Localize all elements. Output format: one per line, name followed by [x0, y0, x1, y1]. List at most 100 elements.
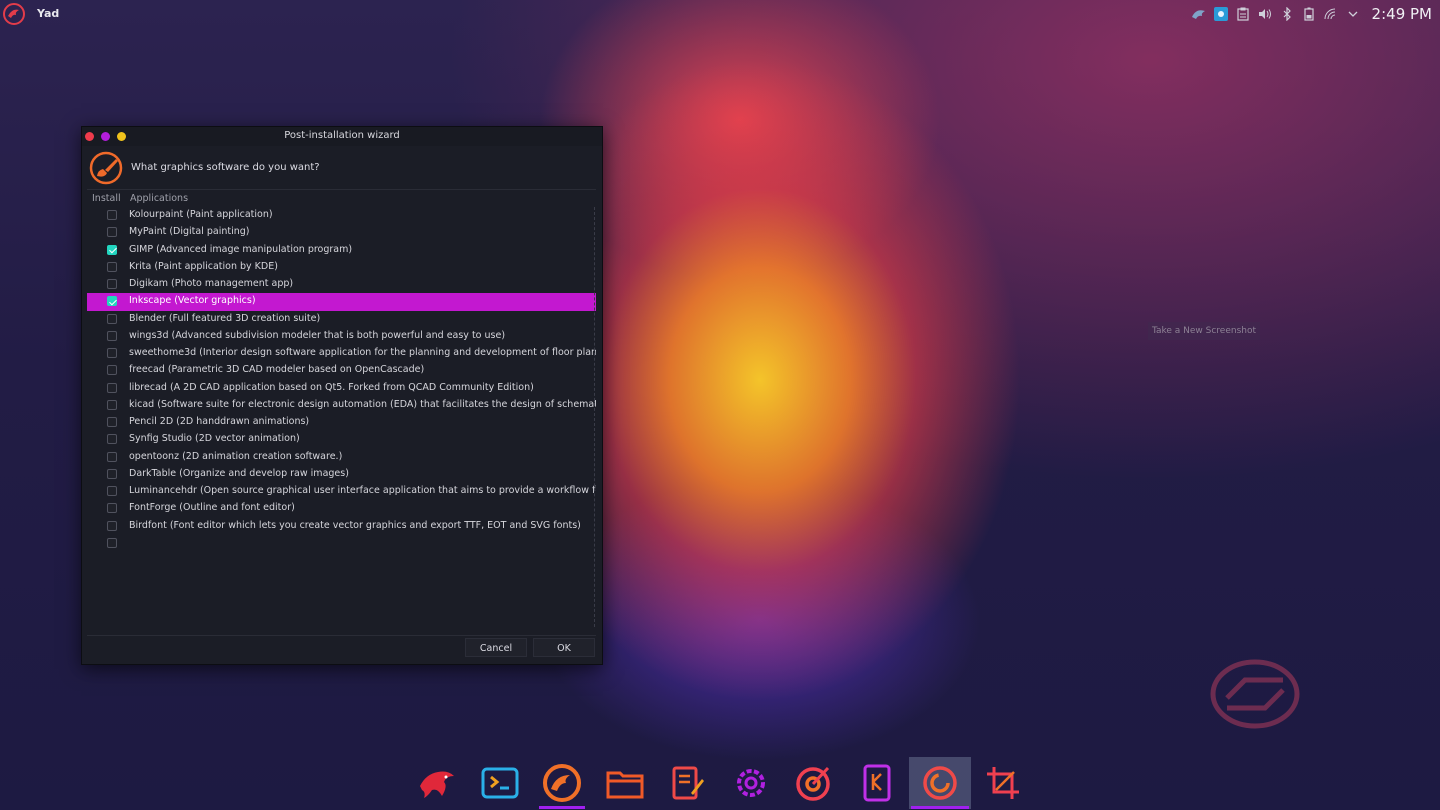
list-row[interactable]: opentoonz (2D animation creation softwar…	[87, 449, 596, 466]
dragon-app-icon[interactable]	[412, 757, 462, 809]
active-app-name: Yad	[37, 7, 60, 20]
application-label: MyPaint (Digital painting)	[129, 226, 250, 238]
application-label: Pencil 2D (2D handdrawn animations)	[129, 416, 310, 427]
ok-button[interactable]: OK	[533, 638, 595, 657]
application-label: GIMP (Advanced image manipulation progra…	[129, 243, 353, 255]
application-label: opentoonz (2D animation creation softwar…	[129, 450, 343, 462]
install-checkbox[interactable]	[107, 210, 117, 220]
install-checkbox[interactable]	[107, 330, 117, 341]
dialog-titlebar[interactable]: Post-installation wizard	[82, 127, 602, 146]
text-editor-icon[interactable]	[663, 757, 713, 809]
list-row[interactable]: kicad (Software suite for electronic des…	[87, 397, 596, 414]
list-header: Install Applications	[87, 190, 596, 207]
chevron-down-icon[interactable]	[1342, 3, 1364, 25]
kde-connect-icon[interactable]	[852, 757, 902, 809]
application-label: Birdfont (Font editor which lets you cre…	[129, 519, 581, 531]
battery-icon[interactable]	[1298, 3, 1320, 25]
list-row[interactable]: Inkscape (Vector graphics)	[87, 293, 596, 311]
application-label: sweethome3d (Interior design software ap…	[129, 347, 596, 358]
application-label: DarkTable (Organize and develop raw imag…	[129, 467, 349, 479]
application-label: Luminancehdr (Open source graphical user…	[129, 485, 596, 496]
install-checkbox[interactable]	[107, 279, 117, 289]
application-label: Blender (Full featured 3D creation suite…	[129, 312, 321, 324]
install-checkbox[interactable]	[107, 382, 117, 393]
list-row[interactable]: Kolourpaint (Paint application)	[87, 207, 596, 224]
install-checkbox[interactable]	[107, 417, 117, 427]
desktop-watermark-logo	[1210, 659, 1300, 729]
install-checkbox[interactable]	[107, 399, 117, 410]
clipboard-icon[interactable]	[1232, 3, 1254, 25]
install-checkbox[interactable]	[107, 244, 117, 255]
install-checkbox[interactable]	[107, 503, 117, 514]
list-row[interactable]	[87, 535, 596, 552]
running-indicator	[539, 806, 585, 809]
running-indicator	[911, 806, 969, 809]
screenshot-tray-icon[interactable]	[1210, 3, 1232, 25]
install-column-header[interactable]: Install	[92, 193, 121, 204]
application-label: Inkscape (Vector graphics)	[129, 295, 256, 307]
screenshot-hint-label: Take a New Screenshot	[1148, 322, 1260, 340]
install-checkbox[interactable]	[107, 313, 117, 324]
install-checkbox[interactable]	[107, 296, 117, 307]
bluetooth-icon[interactable]	[1276, 3, 1298, 25]
list-row[interactable]: sweethome3d (Interior design software ap…	[87, 345, 596, 362]
terminal-icon[interactable]	[475, 757, 525, 809]
dragon-menu-icon[interactable]	[537, 757, 587, 809]
system-tray: 2:49 PM	[1188, 0, 1440, 28]
application-label: freecad (Parametric 3D CAD modeler based…	[129, 364, 425, 376]
install-checkbox[interactable]	[107, 365, 117, 376]
list-row[interactable]: freecad (Parametric 3D CAD modeler based…	[87, 362, 596, 379]
install-checkbox[interactable]	[107, 520, 117, 531]
list-row[interactable]: Synfig Studio (2D vector animation)	[87, 431, 596, 448]
dragon-logo-icon[interactable]	[2, 2, 26, 26]
wifi-icon[interactable]	[1320, 3, 1342, 25]
list-rows: Kolourpaint (Paint application) MyPaint (…	[87, 207, 596, 552]
application-label: librecad (A 2D CAD application based on …	[129, 381, 534, 393]
application-label: wings3d (Advanced subdivision modeler th…	[129, 329, 506, 341]
application-label: Synfig Studio (2D vector animation)	[129, 433, 300, 445]
clock[interactable]: 2:49 PM	[1372, 5, 1432, 23]
dock	[0, 756, 1440, 810]
list-row[interactable]: Digikam (Photo management app)	[87, 276, 596, 293]
install-checkbox[interactable]	[107, 468, 117, 479]
graphics-brush-icon	[89, 151, 123, 185]
application-label: FontForge (Outline and font editor)	[129, 502, 295, 514]
install-checkbox[interactable]	[107, 434, 117, 445]
application-label: kicad (Software suite for electronic des…	[129, 398, 596, 410]
file-manager-icon[interactable]	[600, 757, 650, 809]
volume-icon[interactable]	[1254, 3, 1276, 25]
post-installation-dialog: Post-installation wizard What graphics s…	[81, 126, 603, 665]
application-label: Krita (Paint application by KDE)	[129, 260, 278, 272]
update-app-icon[interactable]	[909, 757, 971, 809]
list-row[interactable]: DarkTable (Organize and develop raw imag…	[87, 466, 596, 483]
target-app-icon[interactable]	[789, 757, 839, 809]
column-divider	[594, 207, 596, 627]
list-row[interactable]: FontForge (Outline and font editor)	[87, 500, 596, 517]
list-row[interactable]: Birdfont (Font editor which lets you cre…	[87, 518, 596, 535]
settings-icon[interactable]	[726, 757, 776, 809]
install-checkbox[interactable]	[107, 348, 117, 358]
install-checkbox[interactable]	[107, 227, 117, 238]
application-label: Digikam (Photo management app)	[129, 278, 294, 289]
list-row[interactable]: MyPaint (Digital painting)	[87, 224, 596, 241]
applications-column-header[interactable]: Applications	[130, 193, 188, 204]
install-checkbox[interactable]	[107, 451, 117, 462]
list-row[interactable]: Luminancehdr (Open source graphical user…	[87, 483, 596, 500]
dragon-tray-icon[interactable]	[1188, 3, 1210, 25]
applications-list[interactable]: Install Applications Kolourpaint (Paint …	[87, 189, 596, 636]
question-row: What graphics software do you want?	[88, 151, 596, 185]
list-row[interactable]: Krita (Paint application by KDE)	[87, 259, 596, 276]
install-checkbox[interactable]	[107, 537, 117, 548]
list-row[interactable]: wings3d (Advanced subdivision modeler th…	[87, 328, 596, 345]
list-row[interactable]: librecad (A 2D CAD application based on …	[87, 380, 596, 397]
crop-tool-icon[interactable]	[978, 757, 1028, 809]
list-row[interactable]: Pencil 2D (2D handdrawn animations)	[87, 414, 596, 431]
dialog-title: Post-installation wizard	[284, 130, 400, 141]
list-row[interactable]: GIMP (Advanced image manipulation progra…	[87, 242, 596, 259]
question-text: What graphics software do you want?	[131, 162, 320, 173]
install-checkbox[interactable]	[107, 486, 117, 496]
cancel-button[interactable]: Cancel	[465, 638, 527, 657]
list-row[interactable]: Blender (Full featured 3D creation suite…	[87, 311, 596, 328]
install-checkbox[interactable]	[107, 261, 117, 272]
top-panel: Yad 2:49 PM	[0, 0, 1440, 28]
